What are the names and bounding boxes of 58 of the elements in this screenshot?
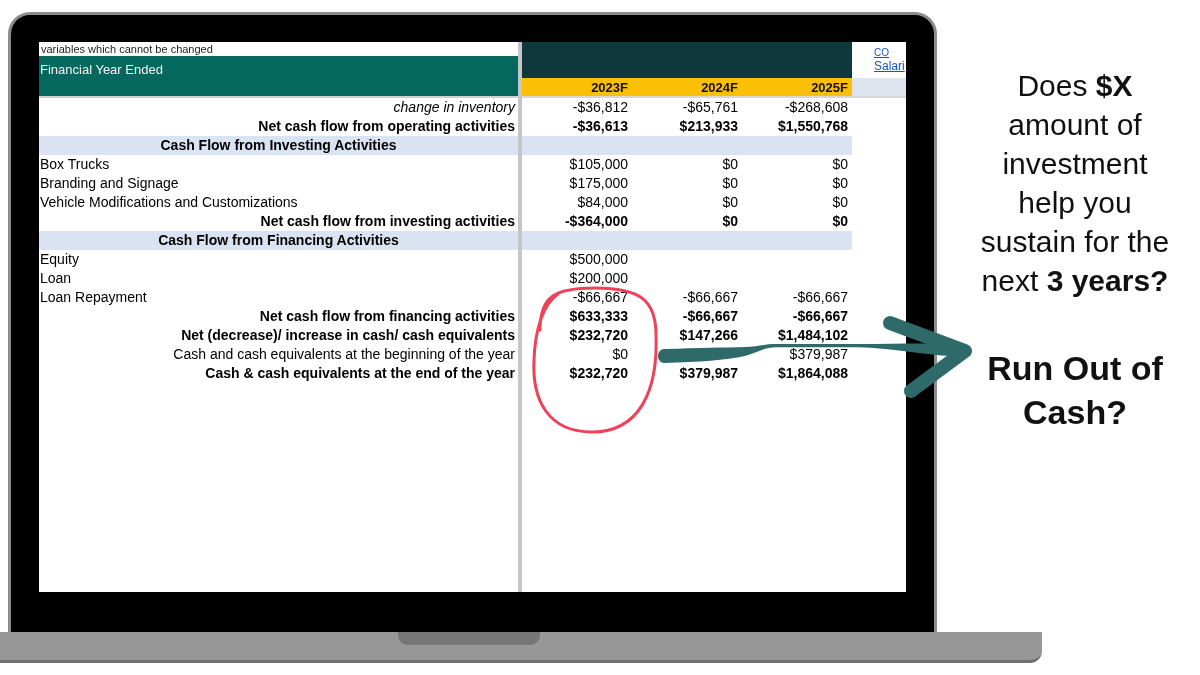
amount-value: $105,000 <box>569 156 628 172</box>
amount-value: $1,550,768 <box>777 118 848 134</box>
amount-value: -$66,667 <box>682 289 738 305</box>
amount-value: $0 <box>722 194 738 210</box>
amount-value: -$66,667 <box>792 289 848 305</box>
amount-value: -$65,761 <box>682 99 738 115</box>
amount-value: $0 <box>612 346 628 362</box>
amount-value: $0 <box>832 156 848 172</box>
row-label: Loan <box>40 270 72 286</box>
row-label: Box Trucks <box>40 156 110 172</box>
row-label: Net cash flow from operating activities <box>258 118 515 134</box>
amount-value: $232,720 <box>569 365 628 381</box>
row-label: Net (decrease)/ increase in cash/ cash equivalents <box>181 327 515 343</box>
amount-value: $0 <box>832 213 848 229</box>
section-title: Cash Flow from Financing Activities <box>158 232 399 248</box>
amount-value: $0 <box>722 213 738 229</box>
amount-value: $175,000 <box>569 175 628 191</box>
amount-value: -$66,667 <box>682 308 738 324</box>
row-label: Cash and cash equivalents at the beginning of the year <box>173 346 515 362</box>
sheet-link[interactable]: Salari <box>874 59 905 73</box>
row-label: Cash & cash equivalents at the end of the year <box>205 365 515 381</box>
answer-heading: Run Out of Cash? <box>986 348 1164 433</box>
amount-value: -$364,000 <box>564 213 628 229</box>
row-label: Net cash flow from investing activities <box>260 213 515 229</box>
section-title: Cash Flow from Investing Activities <box>160 137 397 153</box>
amount-value: $379,987 <box>789 346 848 362</box>
amount-value: $379,987 <box>679 365 738 381</box>
amount-value: $0 <box>832 175 848 191</box>
amount-value: $633,333 <box>569 308 628 324</box>
amount-value: $213,933 <box>679 118 738 134</box>
amount-value: -$66,667 <box>572 289 628 305</box>
year-label: 2024F <box>701 80 738 95</box>
amount-value: $147,266 <box>679 327 738 343</box>
amount-value: -$66,667 <box>792 308 848 324</box>
amount-value: $1,484,102 <box>777 327 848 343</box>
amount-value: $232,720 <box>569 327 628 343</box>
header-label: Financial Year Ended <box>40 62 163 77</box>
amount-value: $0 <box>832 194 848 210</box>
sheet-link[interactable]: CO <box>874 47 889 58</box>
row-label: Vehicle Modifications and Customizations <box>40 194 298 210</box>
amount-value: $84,000 <box>577 194 628 210</box>
row-label: Branding and Signage <box>40 175 179 191</box>
amount-value: -$268,608 <box>784 99 848 115</box>
row-label: Net cash flow from financing activities <box>259 308 515 324</box>
amount-value: $0 <box>722 156 738 172</box>
amount-value: $1,864,088 <box>777 365 848 381</box>
row-label: Equity <box>40 251 79 267</box>
sheet-note: variables which cannot be changed <box>41 43 213 55</box>
year-label: 2023F <box>591 80 628 95</box>
row-label: Loan Repayment <box>40 289 147 305</box>
amount-value: -$36,812 <box>572 99 628 115</box>
amount-value: $500,000 <box>569 251 628 267</box>
amount-value: $200,000 <box>569 270 628 286</box>
amount-value: $0 <box>722 175 738 191</box>
year-label: 2025F <box>811 80 848 95</box>
amount-value: -$36,613 <box>572 118 628 134</box>
row-label: change in inventory <box>393 99 515 115</box>
question-text: Does $X amount of investment help you sustain for the next 3 years? <box>979 68 1171 299</box>
